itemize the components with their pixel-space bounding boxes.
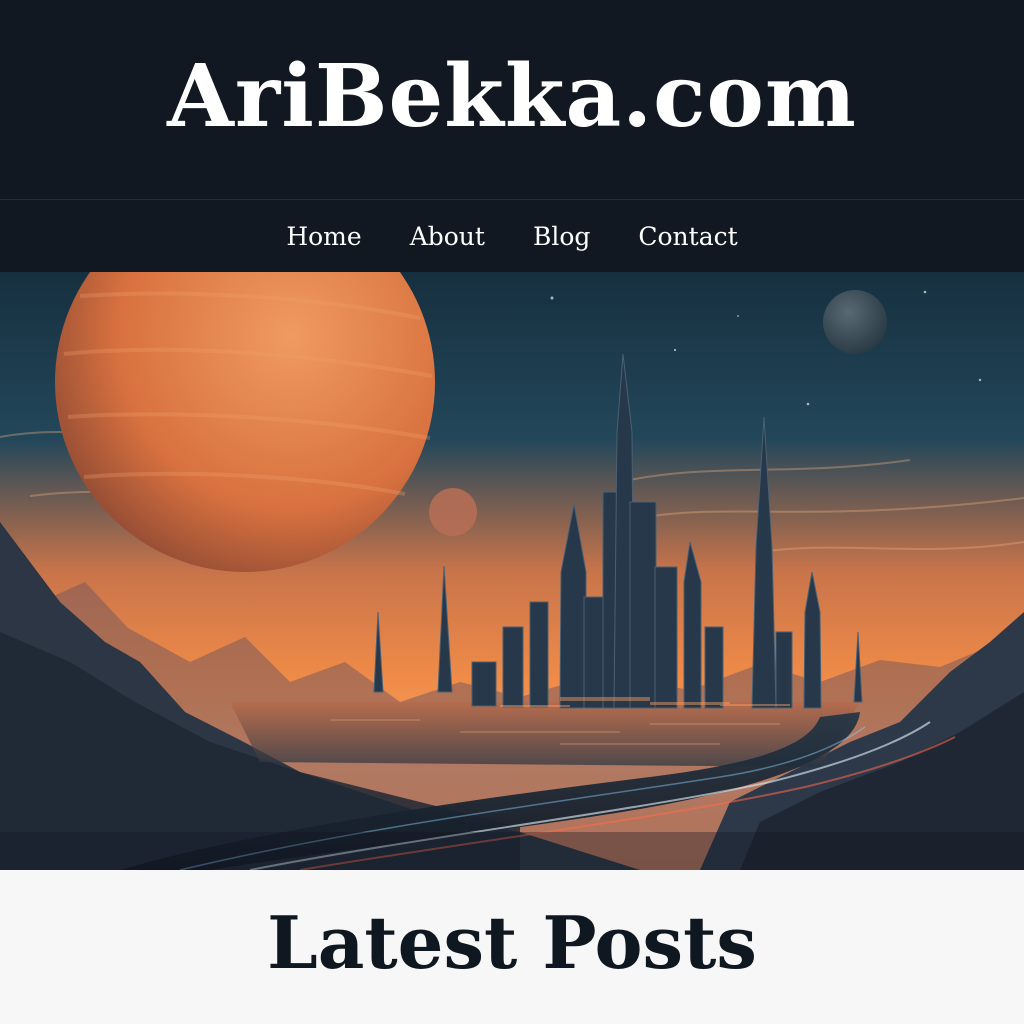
hero-illustration [0, 272, 1024, 870]
latest-posts-heading: Latest Posts [267, 899, 757, 985]
latest-posts-section: Latest Posts [0, 870, 1024, 1024]
site-title[interactable]: AriBekka.com [167, 53, 857, 140]
nav-blog-link[interactable]: Blog [533, 222, 590, 251]
nav-home-link[interactable]: Home [286, 222, 361, 251]
hero-image [0, 272, 1024, 870]
small-moon [823, 290, 887, 354]
main-nav: Home About Blog Contact [0, 200, 1024, 272]
nav-about-link[interactable]: About [410, 222, 485, 251]
site-header: AriBekka.com [0, 0, 1024, 200]
nav-contact-link[interactable]: Contact [638, 222, 737, 251]
orange-moon [429, 488, 477, 536]
bottom-shadow [0, 832, 1024, 870]
